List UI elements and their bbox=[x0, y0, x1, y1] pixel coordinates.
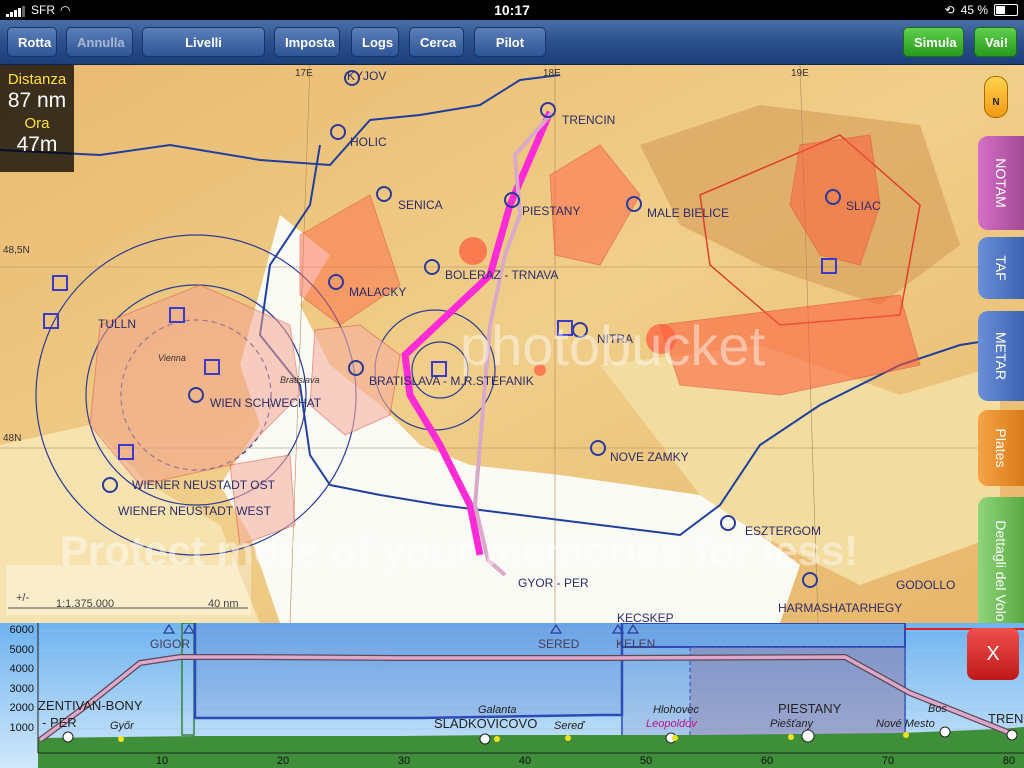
place-label: PIESTANY bbox=[522, 204, 580, 218]
grid-label: 48,5N bbox=[3, 245, 30, 256]
place-label: WIENER NEUSTADT OST bbox=[132, 478, 276, 492]
simula-button[interactable]: Simula bbox=[903, 27, 964, 57]
x-tick: 10 bbox=[155, 755, 169, 767]
place-label: KECSKEP bbox=[617, 611, 674, 623]
place-label: NOVE ZAMKY bbox=[610, 450, 689, 464]
vai-button[interactable]: Vai! bbox=[974, 27, 1017, 57]
y-tick: 2000 bbox=[9, 702, 34, 714]
grid-label: 17E bbox=[295, 68, 313, 79]
profile-place-label: Piešťany bbox=[770, 718, 814, 730]
rotta-button[interactable]: Rotta bbox=[7, 27, 57, 57]
y-tick: 4000 bbox=[9, 663, 34, 675]
cerca-button[interactable]: Cerca bbox=[409, 27, 464, 57]
y-tick: 3000 bbox=[9, 683, 34, 695]
place-label: WIEN SCHWECHAT bbox=[210, 396, 322, 410]
status-bar: SFR ◠ 10:17 ⟲ 45 % bbox=[0, 0, 1024, 20]
place-label: MALE BIELICE bbox=[647, 206, 729, 220]
lock-rotation-icon: ⟲ bbox=[944, 3, 955, 17]
y-tick: 5000 bbox=[9, 644, 34, 656]
zoom-control[interactable]: +/- bbox=[16, 592, 29, 604]
place-label: BOLERAZ - TRNAVA bbox=[445, 268, 558, 282]
place-label: GODOLLO bbox=[896, 578, 955, 592]
tab-metar[interactable]: METAR bbox=[978, 311, 1024, 401]
y-tick: 1000 bbox=[9, 722, 34, 734]
airspace-block bbox=[621, 623, 906, 648]
flight-info-box: Distanza 87 nm Ora 47m bbox=[0, 65, 74, 172]
time-value: 47m bbox=[16, 133, 58, 156]
battery-icon bbox=[994, 4, 1018, 16]
x-tick: 40 bbox=[518, 755, 532, 767]
pilot-log-button[interactable]: Pilot Log bbox=[474, 27, 546, 80]
waypoint-label: GIGOR bbox=[150, 637, 191, 651]
profile-place-label: ZENTIVAN-BONY bbox=[38, 698, 143, 713]
place-label: TULLN bbox=[98, 317, 136, 331]
grid-label: 19E bbox=[791, 68, 809, 79]
battery-percent: 45 % bbox=[960, 3, 988, 17]
x-tick: 30 bbox=[397, 755, 411, 767]
logs-button[interactable]: Logs bbox=[351, 27, 399, 57]
annulla-button[interactable]: Annulla bbox=[66, 27, 133, 57]
profile-place-label: Leopoldov bbox=[646, 718, 697, 730]
profile-place-label: Sereď bbox=[554, 720, 585, 732]
place-label: Bratislava bbox=[280, 375, 320, 385]
profile-place-label: PIESTANY bbox=[778, 701, 842, 716]
profile-place-label: Hlohovec bbox=[653, 704, 699, 716]
profile-place-label: Nové Mesto bbox=[876, 718, 935, 730]
x-tick: 80 bbox=[1002, 755, 1016, 767]
x-tick: 60 bbox=[760, 755, 774, 767]
time-label: Ora bbox=[24, 115, 50, 132]
map-canvas[interactable]: KYJOV TRENCIN HOLIC SENICA PIESTANY MALE… bbox=[0, 65, 1024, 623]
scale-bar-label: 40 nm bbox=[208, 598, 239, 610]
waypoint-label: SERED bbox=[538, 637, 580, 651]
waypoint-label: KELEN bbox=[616, 637, 656, 651]
grid-label: 48N bbox=[3, 433, 21, 444]
aeronautical-map[interactable]: KYJOV TRENCIN HOLIC SENICA PIESTANY MALE… bbox=[0, 65, 1024, 623]
imposta-button[interactable]: Imposta bbox=[274, 27, 340, 57]
place-label: HARMASHATARHEGY bbox=[778, 601, 902, 615]
y-tick: 6000 bbox=[9, 624, 34, 636]
close-profile-button[interactable]: X bbox=[967, 628, 1019, 680]
grid-label: 18E bbox=[543, 68, 561, 79]
place-label: GYOR - PER bbox=[518, 576, 589, 590]
tab-notam[interactable]: NOTAM bbox=[978, 136, 1024, 230]
tab-plates[interactable]: Plates bbox=[978, 410, 1024, 486]
distance-label: Distanza bbox=[7, 71, 67, 88]
x-tick: 70 bbox=[881, 755, 895, 767]
vertical-profile[interactable]: 6000 5000 4000 3000 2000 1000 10 20 30 4… bbox=[0, 623, 1024, 768]
x-tick: 50 bbox=[639, 755, 653, 767]
place-label: HOLIC bbox=[350, 135, 387, 149]
place-label: SENICA bbox=[398, 198, 443, 212]
profile-place-label: Galanta bbox=[478, 704, 517, 716]
toolbar: Rotta Annulla Livelli Cartografia Impost… bbox=[0, 20, 1024, 80]
place-label: MALACKY bbox=[349, 285, 406, 299]
watermark-brand: photobucket bbox=[460, 314, 766, 377]
distance-value: 87 nm bbox=[7, 89, 67, 112]
profile-place-label: SLADKOVICOVO bbox=[434, 716, 538, 731]
profile-place-label: - PER bbox=[42, 715, 77, 730]
place-label: Vienna bbox=[158, 353, 186, 363]
profile-place-label: Győr bbox=[110, 720, 134, 732]
livelli-cartografia-button[interactable]: Livelli Cartografia bbox=[142, 27, 265, 80]
clock: 10:17 bbox=[494, 2, 530, 18]
profile-place-label: TRENC bbox=[988, 711, 1024, 726]
north-compass-icon[interactable]: N bbox=[984, 76, 1008, 118]
scale-ratio: 1:1.375.000 bbox=[56, 598, 115, 610]
x-tick: 20 bbox=[276, 755, 290, 767]
place-label: SLIAC bbox=[846, 199, 881, 213]
place-label: TRENCIN bbox=[562, 113, 615, 127]
tab-taf[interactable]: TAF bbox=[978, 237, 1024, 299]
place-label: KYJOV bbox=[347, 69, 386, 83]
profile-place-label: Bos bbox=[928, 703, 947, 715]
place-label: WIENER NEUSTADT WEST bbox=[118, 504, 272, 518]
